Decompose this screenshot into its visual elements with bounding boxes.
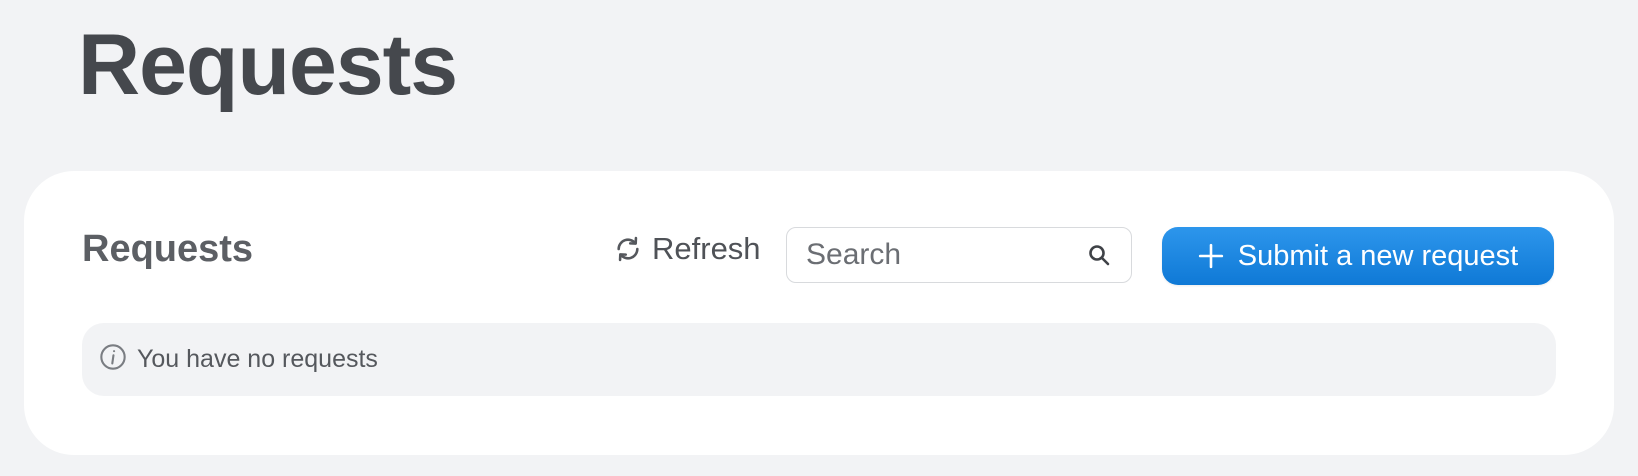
requests-card: Requests Refresh Submit a (24, 171, 1614, 455)
card-title: Requests (82, 228, 254, 270)
empty-state-message: You have no requests (82, 323, 1556, 396)
empty-state-text: You have no requests (137, 345, 378, 373)
search-icon[interactable] (1087, 243, 1111, 272)
info-icon (99, 343, 127, 376)
refresh-button[interactable]: Refresh (610, 229, 765, 269)
plus-icon (1198, 243, 1224, 269)
refresh-icon (614, 235, 642, 263)
search-input[interactable] (787, 228, 1067, 282)
refresh-label: Refresh (652, 231, 761, 266)
search-box (786, 227, 1132, 283)
page-title: Requests (78, 17, 458, 113)
submit-new-request-label: Submit a new request (1237, 239, 1519, 272)
submit-new-request-button[interactable]: Submit a new request (1162, 227, 1554, 285)
